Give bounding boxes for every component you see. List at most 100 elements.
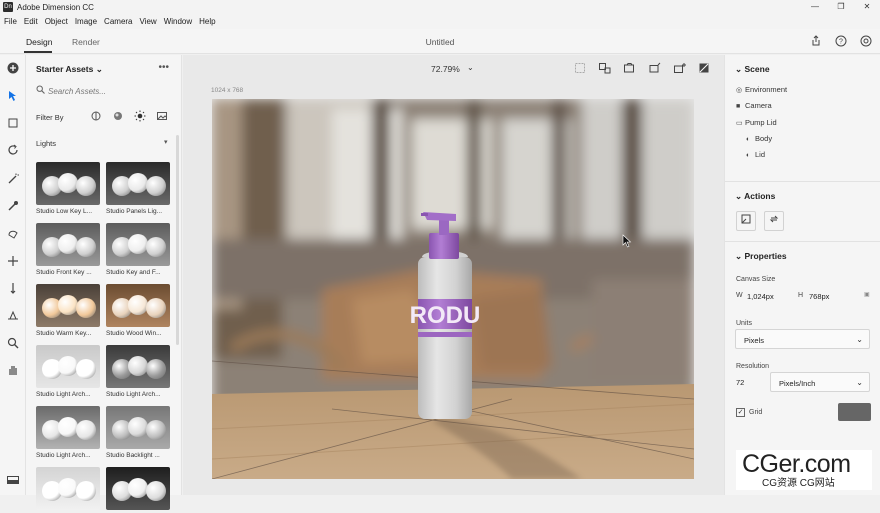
bottle-body <box>418 257 472 419</box>
zoom-level[interactable]: 72.79% <box>431 64 460 74</box>
lock-icon[interactable]: ▣ <box>864 291 870 298</box>
preview-sphere <box>128 417 148 437</box>
camera-add-icon[interactable] <box>673 62 686 74</box>
scene-item-body[interactable]: ◐ Body <box>746 134 772 143</box>
settings-icon[interactable] <box>860 35 872 47</box>
grid-label: Grid <box>749 409 763 416</box>
close-button[interactable]: ✕ <box>854 0 880 14</box>
align-action-icon[interactable] <box>736 211 756 231</box>
asset-thumbnail <box>106 162 170 205</box>
crop-tool-icon[interactable] <box>6 116 20 130</box>
panel-toggle-icon[interactable] <box>6 473 20 487</box>
eyedropper-icon[interactable] <box>6 199 20 213</box>
menu-object[interactable]: Object <box>45 17 68 26</box>
scene-item-environment[interactable]: ◎ Environment <box>736 85 787 94</box>
grid-view-icon[interactable] <box>573 62 586 74</box>
scene-item-lid[interactable]: ◐ Lid <box>746 150 765 159</box>
units-dropdown[interactable]: Pixels ⌄ <box>735 329 870 349</box>
magic-wand-icon[interactable] <box>6 172 20 186</box>
asset-tile[interactable]: Studio Light Arch... <box>36 345 100 398</box>
asset-thumbnail <box>36 406 100 449</box>
scene-section-header[interactable]: ⌄ Scene <box>735 64 770 75</box>
camera-bookmark-icon[interactable] <box>623 62 636 74</box>
share-icon[interactable] <box>810 35 822 47</box>
menu-camera[interactable]: Camera <box>104 17 132 26</box>
filter-images-icon[interactable] <box>156 110 168 122</box>
more-icon[interactable]: ••• <box>158 62 169 73</box>
asset-thumbnail <box>36 162 100 205</box>
asset-tile[interactable]: Studio Warm Key... <box>36 284 100 337</box>
orbit-tool-icon[interactable] <box>6 143 20 157</box>
asset-tile[interactable]: Studio Backlight ... <box>106 406 170 459</box>
menu-window[interactable]: Window <box>164 17 192 26</box>
asset-tile[interactable] <box>36 467 100 513</box>
asset-label: Studio Low Key L... <box>36 208 93 215</box>
pump-lid <box>429 233 459 259</box>
document-title: Untitled <box>425 37 455 47</box>
vertical-move-icon[interactable] <box>6 281 20 295</box>
select-tool-icon[interactable] <box>6 89 20 103</box>
asset-tile[interactable]: Studio Low Key L... <box>36 162 100 215</box>
frame-selection-icon[interactable] <box>598 62 611 74</box>
move-tool-icon[interactable] <box>6 254 20 268</box>
sample-icon[interactable] <box>6 227 20 241</box>
asset-label: Studio Key and F... <box>106 269 161 276</box>
swap-action-icon[interactable] <box>764 211 784 231</box>
menu-help[interactable]: Help <box>199 17 215 26</box>
assets-scrollbar[interactable] <box>176 135 179 345</box>
asset-tile[interactable] <box>106 467 170 513</box>
hand-tool-icon[interactable] <box>6 363 20 377</box>
width-field[interactable]: 1,024px <box>747 292 774 301</box>
asset-label: Studio Panels Lig... <box>106 208 163 215</box>
assets-panel: Starter Assets ⌄ ••• Search Assets... Fi… <box>26 55 182 510</box>
minimize-button[interactable]: — <box>802 0 828 14</box>
preview-sphere <box>128 356 148 376</box>
scene-render: RODU <box>212 99 694 479</box>
menu-image[interactable]: Image <box>75 17 97 26</box>
render-preview-icon[interactable] <box>698 62 711 74</box>
grid-color-swatch[interactable] <box>838 403 871 421</box>
search-assets-field[interactable]: Search Assets... <box>34 83 174 99</box>
camera-undo-icon[interactable] <box>648 62 661 74</box>
scene-viewport[interactable]: RODU <box>212 99 694 479</box>
properties-section-header[interactable]: ⌄ Properties <box>735 251 787 262</box>
actions-section-header[interactable]: ⌄ Actions <box>735 191 775 202</box>
grid-checkbox[interactable]: ✓ <box>736 408 745 417</box>
ground-align-icon[interactable] <box>6 308 20 322</box>
preview-sphere <box>58 173 78 193</box>
zoom-tool-icon[interactable] <box>6 336 20 350</box>
asset-tile[interactable]: Studio Panels Lig... <box>106 162 170 215</box>
assets-header[interactable]: Starter Assets ⌄ <box>36 64 103 75</box>
properties-sidebar: ⌄ Scene ◎ Environment ■ Camera ▭ Pump Lid ◐… <box>724 55 880 495</box>
resolution-field[interactable]: 72 <box>736 378 744 387</box>
tree-label: Body <box>755 134 773 143</box>
add-icon[interactable] <box>6 61 20 75</box>
menu-view[interactable]: View <box>140 17 157 26</box>
help-icon[interactable]: ? <box>835 35 847 47</box>
filter-models-icon[interactable] <box>90 110 102 122</box>
asset-tile[interactable]: Studio Light Arch... <box>36 406 100 459</box>
watermark-sub: CG资源 CG网站 <box>762 478 835 489</box>
scene-item-camera[interactable]: ■ Camera <box>736 101 772 110</box>
window-controls: — ❐ ✕ <box>802 0 880 14</box>
menu-edit[interactable]: Edit <box>24 17 38 26</box>
filter-materials-icon[interactable] <box>112 110 124 122</box>
asset-thumbnail <box>106 345 170 388</box>
scene-item-pump-lid[interactable]: ▭ Pump Lid <box>736 118 777 127</box>
asset-tile[interactable]: Studio Wood Win... <box>106 284 170 337</box>
asset-tile[interactable]: Studio Front Key ... <box>36 223 100 276</box>
filter-lights-icon[interactable] <box>134 110 146 122</box>
lights-section-label[interactable]: Lights <box>36 139 56 148</box>
asset-tile[interactable]: Studio Key and F... <box>106 223 170 276</box>
height-field[interactable]: 768px <box>809 292 829 301</box>
chevron-down-icon[interactable]: ▾ <box>164 138 168 146</box>
chevron-down-icon[interactable]: ⌄ <box>467 63 474 72</box>
maximize-button[interactable]: ❐ <box>828 0 854 14</box>
asset-label: Studio Wood Win... <box>106 330 162 337</box>
resolution-unit-dropdown[interactable]: Pixels/Inch ⌄ <box>770 372 870 392</box>
units-value: Pixels <box>744 336 765 345</box>
preview-sphere <box>128 173 148 193</box>
asset-tile[interactable]: Studio Light Arch... <box>106 345 170 398</box>
camera-icon: ■ <box>736 103 741 110</box>
menu-file[interactable]: File <box>4 17 17 26</box>
